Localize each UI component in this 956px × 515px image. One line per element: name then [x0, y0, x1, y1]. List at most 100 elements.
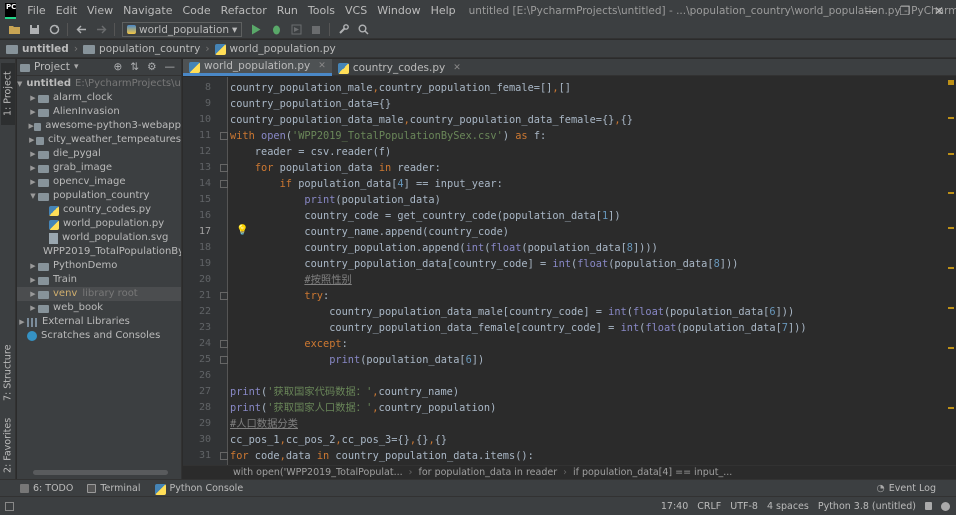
toggle-tool-windows-icon[interactable]	[5, 501, 14, 511]
indent-setting[interactable]: 4 spaces	[767, 501, 809, 512]
warning-marker[interactable]	[948, 347, 954, 349]
todo-tool-button[interactable]: 6: TODO	[20, 483, 73, 494]
chevron-right-icon[interactable]: ▶	[28, 301, 38, 315]
search-icon[interactable]	[353, 21, 373, 39]
locate-target-icon[interactable]: ⊕	[113, 61, 122, 73]
restore-button[interactable]: ❐	[888, 0, 922, 21]
open-folder-icon[interactable]	[4, 21, 24, 39]
code-line[interactable]: 25 print(population_data[6])	[183, 352, 956, 368]
tree-item[interactable]: Scratches and Consoles	[17, 329, 181, 343]
line-separator[interactable]: CRLF	[697, 501, 721, 512]
code-line[interactable]: 17 country_name.append(country_code)	[183, 224, 956, 240]
chevron-right-icon[interactable]: ▶	[28, 259, 38, 273]
menu-help[interactable]: Help	[426, 0, 461, 21]
tree-item[interactable]: ▶ awesome-python3-webapp	[17, 119, 181, 133]
menu-file[interactable]: File	[22, 0, 50, 21]
menu-run[interactable]: Run	[272, 0, 303, 21]
forward-arrow-icon[interactable]	[91, 21, 111, 39]
minimize-button[interactable]: —	[854, 0, 888, 21]
tab-world-population[interactable]: world_population.py ✕	[183, 59, 332, 76]
save-all-icon[interactable]	[24, 21, 44, 39]
tree-item[interactable]: world_population.py	[17, 217, 181, 231]
code-line[interactable]: 23 country_population_data_female[countr…	[183, 320, 956, 336]
tab-project-tool-window[interactable]: 1: Project	[1, 63, 15, 125]
tree-item[interactable]: WPP2019_TotalPopulationBy	[17, 245, 181, 259]
code-line[interactable]: 16 country_code = get_country_code(popul…	[183, 208, 956, 224]
warning-marker[interactable]	[948, 227, 954, 229]
chevron-right-icon[interactable]: ▶	[17, 315, 27, 329]
fold-toggle-icon[interactable]	[220, 452, 228, 460]
tab-structure-tool-window[interactable]: 7: Structure	[1, 342, 15, 404]
menu-refactor[interactable]: Refactor	[216, 0, 272, 21]
run-with-coverage-icon[interactable]	[286, 21, 306, 39]
chevron-right-icon[interactable]: ▶	[28, 161, 38, 175]
terminal-tool-button[interactable]: Terminal	[87, 483, 141, 494]
project-view-select[interactable]: Project	[34, 61, 70, 73]
lock-icon[interactable]	[925, 502, 932, 510]
tree-item[interactable]: world_population.svg	[17, 231, 181, 245]
code-line[interactable]: 30 cc_pos_1,cc_pos_2,cc_pos_3={},{},{}	[183, 432, 956, 448]
tab-country-codes[interactable]: country_codes.py ✕	[332, 59, 467, 76]
close-icon[interactable]: ✕	[453, 63, 461, 73]
fold-toggle-icon[interactable]	[220, 180, 228, 188]
caret-position[interactable]: 17:40	[661, 501, 688, 512]
chevron-right-icon[interactable]: ▶	[28, 273, 38, 287]
code-breadcrumb-item[interactable]: with open('WPP2019_TotalPopulat...	[233, 467, 403, 478]
error-stripe[interactable]	[946, 77, 956, 465]
collapse-all-icon[interactable]: ⇅	[130, 61, 139, 73]
menu-edit[interactable]: Edit	[51, 0, 82, 21]
synchronize-icon[interactable]	[44, 21, 64, 39]
warning-marker[interactable]	[948, 153, 954, 155]
wrench-settings-icon[interactable]	[333, 21, 353, 39]
code-line[interactable]: 29 #人口数据分类	[183, 416, 956, 432]
code-line[interactable]: 8 country_population_male,country_populat…	[183, 80, 956, 96]
menu-code[interactable]: Code	[177, 0, 215, 21]
code-line[interactable]: 27 print('获取国家代码数据：',country_name)	[183, 384, 956, 400]
inspector-face-icon[interactable]	[941, 501, 950, 511]
code-line[interactable]: 9 country_population_data={}	[183, 96, 956, 112]
fold-toggle-icon[interactable]	[220, 292, 228, 300]
chevron-right-icon[interactable]: ▶	[28, 105, 38, 119]
chevron-down-icon[interactable]: ▼	[28, 189, 38, 203]
menu-window[interactable]: Window	[372, 0, 425, 21]
chevron-right-icon[interactable]: ▶	[28, 287, 38, 301]
code-breadcrumb-item[interactable]: for population_data in reader	[418, 467, 557, 478]
tree-item[interactable]: ▶ alarm_clock	[17, 91, 181, 105]
breadcrumb-folder[interactable]: population_country	[83, 43, 200, 55]
code-editor[interactable]: 8 country_population_male,country_populat…	[183, 77, 956, 465]
code-line[interactable]: 15 print(population_data)	[183, 192, 956, 208]
breadcrumb-file[interactable]: world_population.py	[214, 43, 336, 55]
tree-item[interactable]: ▶ Train	[17, 273, 181, 287]
tree-item[interactable]: ▶ venv library root	[17, 287, 181, 301]
code-line[interactable]: 11 with open('WPP2019_TotalPopulationBySe…	[183, 128, 956, 144]
code-line[interactable]: 26	[183, 368, 956, 384]
warning-marker[interactable]	[948, 407, 954, 409]
code-line[interactable]: 18 country_population.append(int(float(p…	[183, 240, 956, 256]
tree-item[interactable]: ▶ AlienInvasion	[17, 105, 181, 119]
tree-item[interactable]: ▶ die_pygal	[17, 147, 181, 161]
warning-marker[interactable]	[948, 192, 954, 194]
hide-panel-icon[interactable]: —	[165, 61, 176, 73]
lightbulb-intention-icon[interactable]: 💡	[236, 225, 248, 236]
code-breadcrumb-item[interactable]: if population_data[4] == input_...	[573, 467, 732, 478]
code-line[interactable]: 19 country_population_data[country_code]…	[183, 256, 956, 272]
tree-item[interactable]: ▼ population_country	[17, 189, 181, 203]
code-line[interactable]: 24 except:	[183, 336, 956, 352]
code-line[interactable]: 28 print('获取国家人口数据：',country_population)	[183, 400, 956, 416]
stop-icon[interactable]	[306, 21, 326, 39]
chevron-right-icon[interactable]: ▶	[28, 133, 36, 147]
menu-vcs[interactable]: VCS	[340, 0, 372, 21]
chevron-right-icon[interactable]: ▶	[28, 91, 38, 105]
chevron-right-icon[interactable]: ▶	[28, 147, 38, 161]
code-line[interactable]: 13 for population_data in reader:	[183, 160, 956, 176]
fold-toggle-icon[interactable]	[220, 340, 228, 348]
code-line[interactable]: 20 #按照性别	[183, 272, 956, 288]
fold-toggle-icon[interactable]	[220, 164, 228, 172]
tree-item[interactable]: ▶ PythonDemo	[17, 259, 181, 273]
tab-favorites-tool-window[interactable]: 2: Favorites	[1, 414, 15, 476]
debug-icon[interactable]	[266, 21, 286, 39]
warning-marker[interactable]	[948, 307, 954, 309]
warning-marker[interactable]	[948, 117, 954, 119]
horizontal-scrollbar[interactable]	[33, 470, 168, 475]
tree-item[interactable]: country_codes.py	[17, 203, 181, 217]
